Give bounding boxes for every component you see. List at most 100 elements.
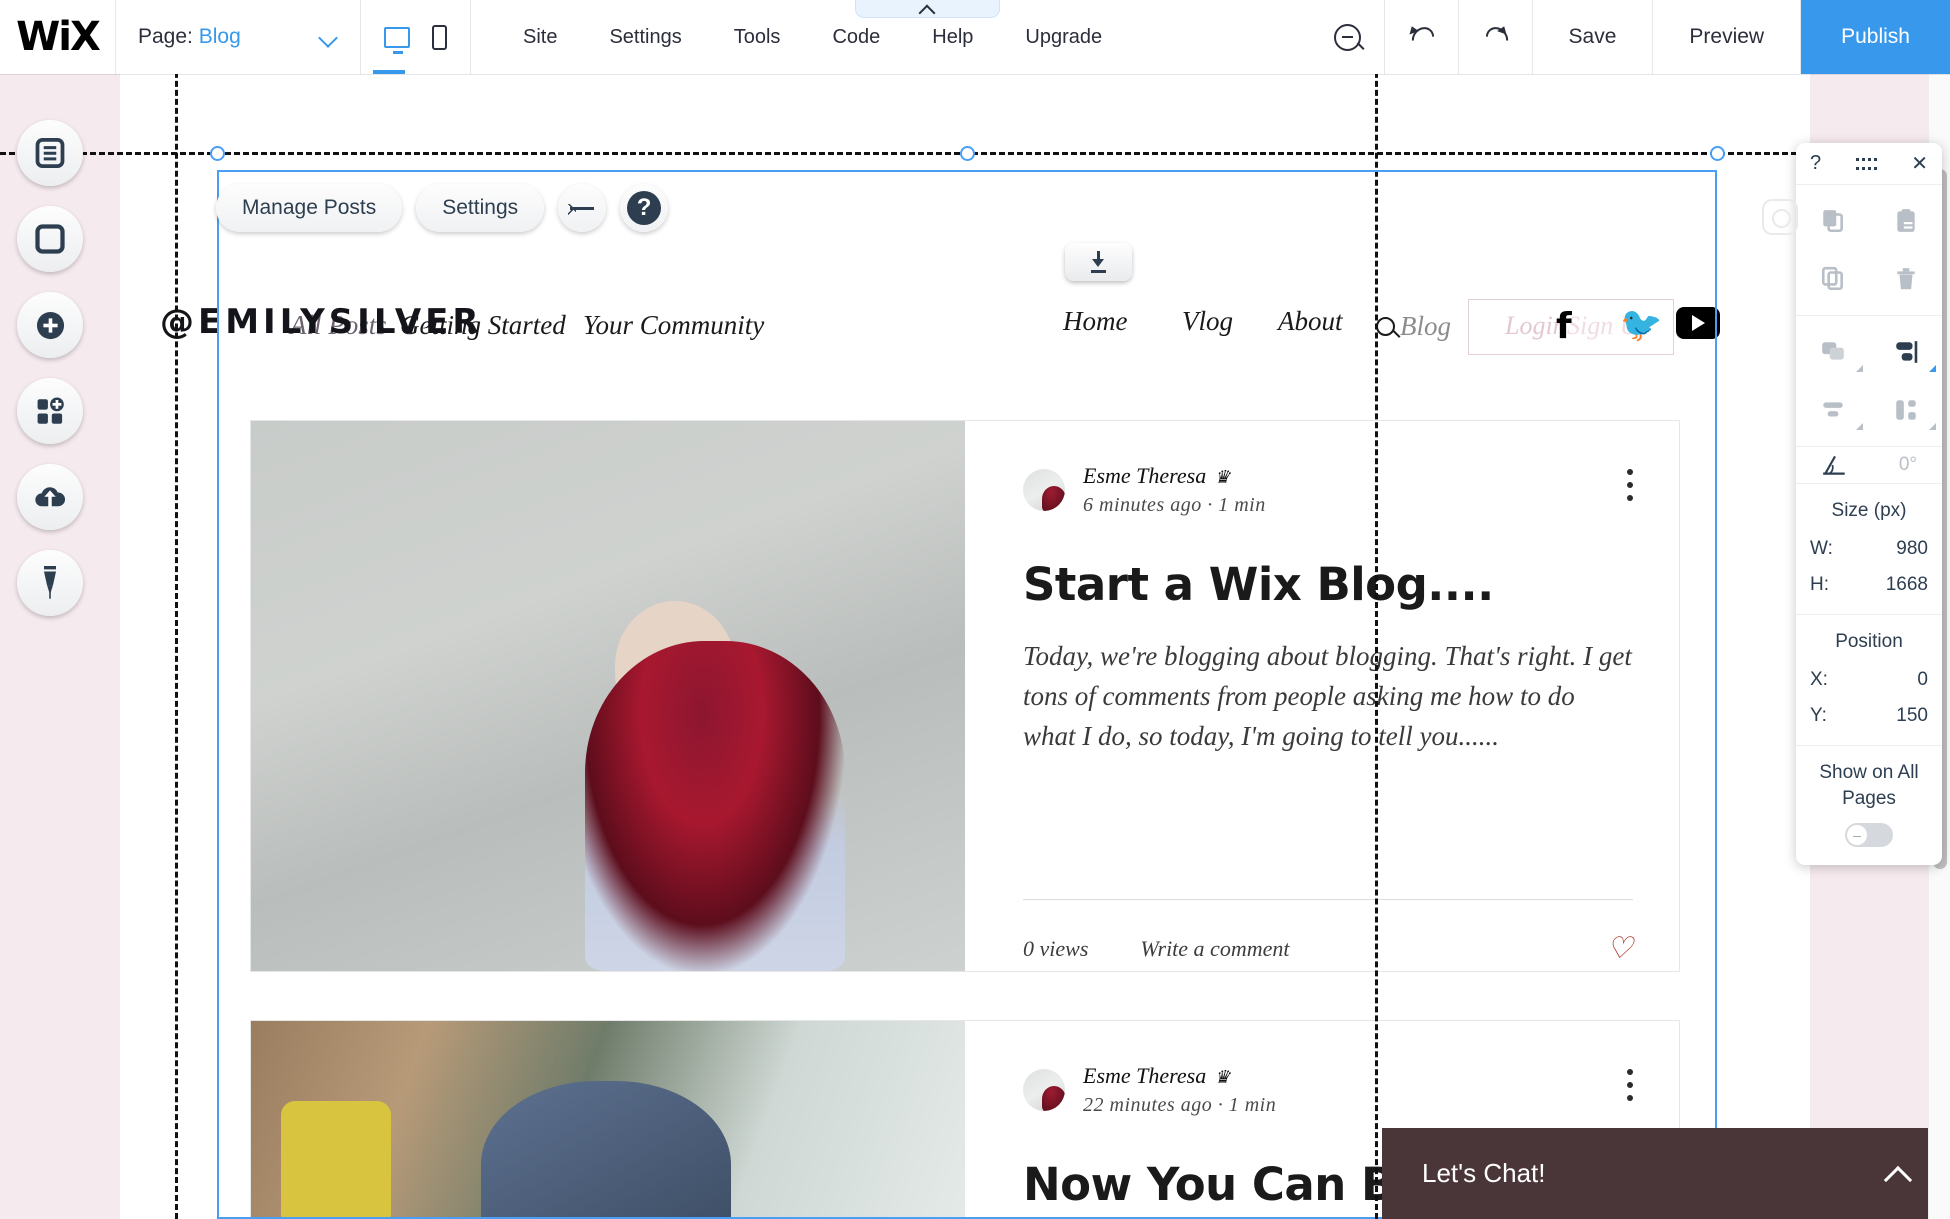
editor-canvas[interactable]: @EMILYSILVER All Posts Getting Started Y… bbox=[0, 74, 1930, 1219]
size-title: Size (px) bbox=[1831, 500, 1907, 521]
crown-icon: ♛ bbox=[1214, 467, 1231, 487]
site-nav-your-community[interactable]: Your Community bbox=[583, 310, 764, 341]
collapse-toolbar-tab[interactable] bbox=[855, 0, 1000, 18]
sidebar-item-background[interactable] bbox=[17, 206, 83, 272]
desktop-view-button[interactable] bbox=[384, 0, 410, 74]
sidebar-item-add-apps[interactable] bbox=[17, 378, 83, 444]
chat-label: Let's Chat! bbox=[1422, 1158, 1546, 1188]
apps-grid-plus-icon bbox=[37, 397, 64, 424]
help-button[interactable]: ? bbox=[620, 184, 669, 232]
panel-actions-section bbox=[1796, 185, 1942, 316]
panel-position-section: Position X: 0 Y: 150 bbox=[1796, 615, 1942, 746]
menu-site[interactable]: Site bbox=[497, 0, 583, 74]
resize-handle-left[interactable] bbox=[210, 146, 225, 161]
zoom-out-button[interactable] bbox=[1311, 0, 1385, 74]
chat-widget[interactable]: Let's Chat! bbox=[1382, 1128, 1950, 1219]
paste-style-icon bbox=[1896, 209, 1915, 232]
site-nav-home[interactable]: Home bbox=[1063, 306, 1127, 337]
stretch-button[interactable] bbox=[558, 184, 607, 232]
facebook-icon[interactable]: f bbox=[1556, 306, 1572, 347]
menu-settings[interactable]: Settings bbox=[583, 0, 707, 74]
component-properties-panel[interactable]: ? ✕ 0° Size (px) W: 980 H: 1668 Position… bbox=[1762, 143, 1942, 866]
chevron-up-icon bbox=[920, 5, 935, 14]
width-input[interactable]: 980 bbox=[1896, 538, 1928, 560]
save-button[interactable]: Save bbox=[1533, 0, 1654, 74]
selection-guide-left bbox=[175, 74, 178, 1219]
site-logo[interactable]: @EMILYSILVER bbox=[160, 302, 483, 342]
undo-icon bbox=[1408, 24, 1434, 50]
y-input[interactable]: 150 bbox=[1896, 705, 1928, 727]
active-device-indicator bbox=[373, 70, 405, 74]
arrange-layers-button[interactable] bbox=[1796, 330, 1869, 374]
copy-style-button[interactable] bbox=[1796, 199, 1869, 243]
mobile-icon bbox=[432, 24, 447, 50]
menu-tools[interactable]: Tools bbox=[708, 0, 807, 74]
align-button[interactable] bbox=[1869, 330, 1942, 374]
plus-circle-icon bbox=[36, 311, 64, 339]
height-input[interactable]: 1668 bbox=[1886, 574, 1928, 596]
close-icon[interactable]: ✕ bbox=[1911, 154, 1928, 174]
resize-handle-top[interactable] bbox=[960, 146, 975, 161]
x-input[interactable]: 0 bbox=[1917, 669, 1928, 691]
panel-help-icon[interactable]: ? bbox=[1810, 152, 1821, 175]
write-comment-link[interactable]: Write a comment bbox=[1140, 936, 1289, 962]
editor-menu-bar[interactable]: Site Settings Tools Code Help Upgrade bbox=[497, 0, 1128, 74]
copy-style-icon bbox=[1822, 210, 1843, 233]
youtube-icon[interactable] bbox=[1676, 307, 1720, 339]
duplicate-icon bbox=[1821, 266, 1843, 291]
publish-button[interactable]: Publish bbox=[1801, 0, 1950, 74]
chevron-up-icon[interactable] bbox=[1884, 1166, 1910, 1182]
meta-separator: · bbox=[1207, 494, 1213, 516]
chevron-down-icon[interactable] bbox=[318, 27, 338, 47]
mobile-view-button[interactable] bbox=[432, 0, 447, 74]
match-size-button[interactable] bbox=[1869, 388, 1942, 432]
menu-upgrade[interactable]: Upgrade bbox=[999, 0, 1128, 74]
device-switcher[interactable] bbox=[361, 0, 471, 74]
duplicate-button[interactable] bbox=[1796, 257, 1869, 301]
search-icon[interactable] bbox=[1376, 317, 1395, 336]
collapse-download-handle[interactable] bbox=[1065, 243, 1132, 281]
site-nav-vlog[interactable]: Vlog bbox=[1182, 306, 1233, 337]
delete-button[interactable] bbox=[1869, 257, 1942, 301]
rotation-angle-icon[interactable] bbox=[1821, 453, 1849, 477]
post-title[interactable]: Start a Wix Blog.... bbox=[1023, 558, 1633, 611]
post-more-menu-icon[interactable] bbox=[1627, 469, 1633, 508]
twitter-icon[interactable]: 🐦 bbox=[1620, 305, 1662, 345]
panel-header[interactable]: ? ✕ bbox=[1796, 143, 1942, 185]
site-nav-blog[interactable]: Blog bbox=[1400, 311, 1451, 342]
settings-button[interactable]: Settings bbox=[416, 184, 545, 232]
left-toolbar[interactable] bbox=[17, 120, 87, 616]
distribute-horizontal-button[interactable] bbox=[1796, 388, 1869, 432]
preview-button[interactable]: Preview bbox=[1653, 0, 1802, 74]
author-name-text: Esme Theresa bbox=[1083, 463, 1207, 488]
blog-post-card[interactable]: Esme Theresa ♛ 6 minutes ago · 1 min Star… bbox=[250, 420, 1680, 972]
y-field-row[interactable]: Y: 150 bbox=[1796, 705, 1942, 727]
page-selector[interactable]: Page: Blog bbox=[116, 0, 361, 74]
top-bar-actions[interactable]: Save Preview Publish bbox=[1311, 0, 1950, 74]
sidebar-item-blog[interactable] bbox=[17, 550, 83, 616]
height-field-row[interactable]: H: 1668 bbox=[1796, 574, 1942, 596]
drag-grip-icon[interactable] bbox=[1855, 157, 1877, 170]
rotation-value[interactable]: 0° bbox=[1899, 454, 1917, 476]
redo-button[interactable] bbox=[1459, 0, 1533, 74]
editor-top-bar[interactable]: WiX Page: Blog Site Settings Tools Code … bbox=[0, 0, 1950, 74]
sidebar-item-add[interactable] bbox=[17, 292, 83, 358]
heart-icon[interactable]: ♡ bbox=[1606, 931, 1633, 966]
width-field-row[interactable]: W: 980 bbox=[1796, 538, 1942, 560]
wix-logo[interactable]: WiX bbox=[0, 0, 116, 74]
post-more-menu-icon[interactable] bbox=[1627, 1069, 1633, 1108]
post-view-count: 0 views bbox=[1023, 935, 1089, 961]
undo-button[interactable] bbox=[1385, 0, 1459, 74]
x-field-row[interactable]: X: 0 bbox=[1796, 669, 1942, 691]
sidebar-item-menus-and-pages[interactable] bbox=[17, 120, 83, 186]
expand-caret-icon bbox=[1856, 365, 1863, 372]
panel-size-section: Size (px) W: 980 H: 1668 bbox=[1796, 484, 1942, 615]
site-nav-about[interactable]: About bbox=[1278, 306, 1343, 337]
show-on-all-pages-toggle[interactable] bbox=[1845, 823, 1893, 848]
post-read-time: 1 min bbox=[1218, 494, 1266, 516]
manage-posts-button[interactable]: Manage Posts bbox=[216, 184, 403, 232]
paste-style-button[interactable] bbox=[1869, 199, 1942, 243]
resize-handle-right[interactable] bbox=[1710, 146, 1725, 161]
component-toolbar[interactable]: Manage Posts Settings ? bbox=[216, 184, 669, 232]
sidebar-item-my-uploads[interactable] bbox=[17, 464, 83, 530]
